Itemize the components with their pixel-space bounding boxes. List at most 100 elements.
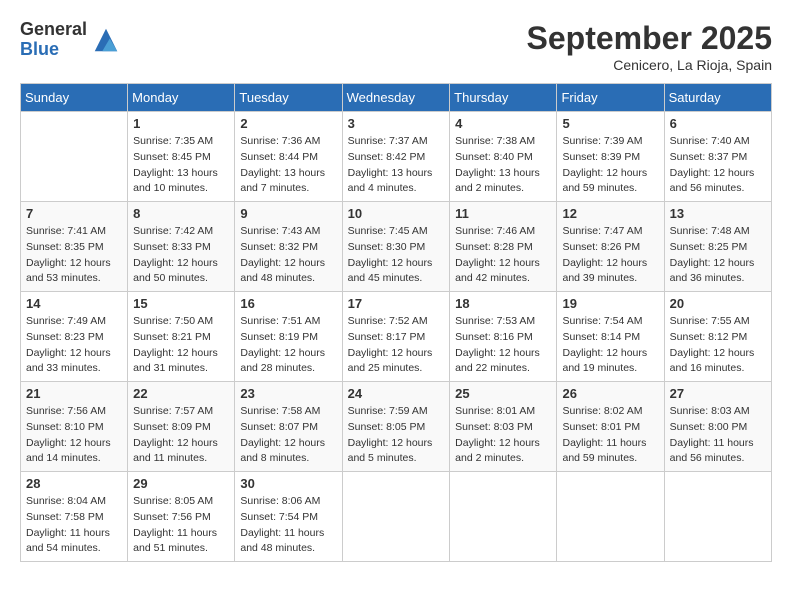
day-info: Sunrise: 7:49 AMSunset: 8:23 PMDaylight:… xyxy=(26,314,122,377)
calendar-cell: 8 Sunrise: 7:42 AMSunset: 8:33 PMDaylight… xyxy=(128,202,235,292)
calendar-cell: 11 Sunrise: 7:46 AMSunset: 8:28 PMDayligh… xyxy=(450,202,557,292)
calendar-cell xyxy=(450,472,557,562)
day-info: Sunrise: 7:36 AMSunset: 8:44 PMDaylight:… xyxy=(240,134,336,197)
day-info: Sunrise: 7:48 AMSunset: 8:25 PMDaylight:… xyxy=(670,224,766,287)
day-info: Sunrise: 7:46 AMSunset: 8:28 PMDaylight:… xyxy=(455,224,551,287)
calendar-week-row: 21Sunrise: 7:56 AMSunset: 8:10 PMDayligh… xyxy=(21,382,772,472)
day-number: 19 xyxy=(562,296,658,311)
calendar-cell: 14Sunrise: 7:49 AMSunset: 8:23 PMDayligh… xyxy=(21,292,128,382)
calendar-cell: 27Sunrise: 8:03 AMSunset: 8:00 PMDayligh… xyxy=(664,382,771,472)
day-number: 28 xyxy=(26,476,122,491)
day-info: Sunrise: 7:42 AMSunset: 8:33 PMDaylight:… xyxy=(133,224,229,287)
weekday-header: Tuesday xyxy=(235,84,342,112)
day-number: 2 xyxy=(240,116,336,131)
weekday-header: Friday xyxy=(557,84,664,112)
logo: General Blue xyxy=(20,20,121,60)
calendar-cell: 20 Sunrise: 7:55 AMSunset: 8:12 PMDayligh… xyxy=(664,292,771,382)
day-number: 18 xyxy=(455,296,551,311)
day-number: 9 xyxy=(240,206,336,221)
calendar-cell xyxy=(557,472,664,562)
day-info: Sunrise: 8:01 AMSunset: 8:03 PMDaylight:… xyxy=(455,404,551,467)
day-info: Sunrise: 7:35 AMSunset: 8:45 PMDaylight:… xyxy=(133,134,229,197)
weekday-header: Saturday xyxy=(664,84,771,112)
calendar-cell xyxy=(342,472,450,562)
calendar-cell: 23 Sunrise: 7:58 AMSunset: 8:07 PMDayligh… xyxy=(235,382,342,472)
day-info: Sunrise: 7:37 AMSunset: 8:42 PMDaylight:… xyxy=(348,134,445,197)
weekday-header: Thursday xyxy=(450,84,557,112)
day-info: Sunrise: 7:45 AMSunset: 8:30 PMDaylight:… xyxy=(348,224,445,287)
calendar-table: SundayMondayTuesdayWednesdayThursdayFrid… xyxy=(20,83,772,562)
calendar-week-row: 7 Sunrise: 7:41 AMSunset: 8:35 PMDaylight… xyxy=(21,202,772,292)
day-number: 12 xyxy=(562,206,658,221)
day-info: Sunrise: 7:55 AMSunset: 8:12 PMDaylight:… xyxy=(670,314,766,377)
day-number: 26 xyxy=(562,386,658,401)
day-number: 17 xyxy=(348,296,445,311)
calendar-week-row: 14Sunrise: 7:49 AMSunset: 8:23 PMDayligh… xyxy=(21,292,772,382)
day-number: 20 xyxy=(670,296,766,311)
calendar-cell: 12 Sunrise: 7:47 AMSunset: 8:26 PMDayligh… xyxy=(557,202,664,292)
day-number: 13 xyxy=(670,206,766,221)
day-number: 23 xyxy=(240,386,336,401)
day-info: Sunrise: 7:40 AMSunset: 8:37 PMDaylight:… xyxy=(670,134,766,197)
calendar-cell: 10 Sunrise: 7:45 AMSunset: 8:30 PMDayligh… xyxy=(342,202,450,292)
title-block: September 2025 Cenicero, La Rioja, Spain xyxy=(527,20,772,73)
calendar-cell: 4 Sunrise: 7:38 AMSunset: 8:40 PMDaylight… xyxy=(450,112,557,202)
day-number: 10 xyxy=(348,206,445,221)
day-info: Sunrise: 7:41 AMSunset: 8:35 PMDaylight:… xyxy=(26,224,122,287)
day-info: Sunrise: 7:53 AMSunset: 8:16 PMDaylight:… xyxy=(455,314,551,377)
day-number: 15 xyxy=(133,296,229,311)
day-info: Sunrise: 7:52 AMSunset: 8:17 PMDaylight:… xyxy=(348,314,445,377)
day-number: 7 xyxy=(26,206,122,221)
location-text: Cenicero, La Rioja, Spain xyxy=(527,57,772,73)
day-number: 16 xyxy=(240,296,336,311)
calendar-cell: 9Sunrise: 7:43 AMSunset: 8:32 PMDaylight… xyxy=(235,202,342,292)
calendar-cell: 29 Sunrise: 8:05 AMSunset: 7:56 PMDayligh… xyxy=(128,472,235,562)
day-number: 27 xyxy=(670,386,766,401)
calendar-cell: 21Sunrise: 7:56 AMSunset: 8:10 PMDayligh… xyxy=(21,382,128,472)
day-info: Sunrise: 7:56 AMSunset: 8:10 PMDaylight:… xyxy=(26,404,122,467)
day-number: 11 xyxy=(455,206,551,221)
day-number: 25 xyxy=(455,386,551,401)
logo-blue-text: Blue xyxy=(20,40,87,60)
day-info: Sunrise: 8:06 AMSunset: 7:54 PMDaylight:… xyxy=(240,494,336,557)
calendar-cell xyxy=(664,472,771,562)
day-number: 29 xyxy=(133,476,229,491)
logo-icon xyxy=(91,25,121,55)
day-info: Sunrise: 8:02 AMSunset: 8:01 PMDaylight:… xyxy=(562,404,658,467)
calendar-cell: 6 Sunrise: 7:40 AMSunset: 8:37 PMDaylight… xyxy=(664,112,771,202)
calendar-week-row: 28Sunrise: 8:04 AMSunset: 7:58 PMDayligh… xyxy=(21,472,772,562)
calendar-cell xyxy=(21,112,128,202)
day-number: 5 xyxy=(562,116,658,131)
day-info: Sunrise: 8:05 AMSunset: 7:56 PMDaylight:… xyxy=(133,494,229,557)
calendar-cell: 5Sunrise: 7:39 AMSunset: 8:39 PMDaylight… xyxy=(557,112,664,202)
calendar-cell: 19 Sunrise: 7:54 AMSunset: 8:14 PMDayligh… xyxy=(557,292,664,382)
weekday-header: Wednesday xyxy=(342,84,450,112)
day-info: Sunrise: 7:38 AMSunset: 8:40 PMDaylight:… xyxy=(455,134,551,197)
day-number: 8 xyxy=(133,206,229,221)
calendar-cell: 17 Sunrise: 7:52 AMSunset: 8:17 PMDayligh… xyxy=(342,292,450,382)
day-info: Sunrise: 7:51 AMSunset: 8:19 PMDaylight:… xyxy=(240,314,336,377)
day-info: Sunrise: 7:50 AMSunset: 8:21 PMDaylight:… xyxy=(133,314,229,377)
weekday-header: Monday xyxy=(128,84,235,112)
calendar-cell: 15 Sunrise: 7:50 AMSunset: 8:21 PMDayligh… xyxy=(128,292,235,382)
calendar-cell: 28Sunrise: 8:04 AMSunset: 7:58 PMDayligh… xyxy=(21,472,128,562)
logo-general-text: General xyxy=(20,20,87,40)
day-number: 3 xyxy=(348,116,445,131)
day-info: Sunrise: 7:58 AMSunset: 8:07 PMDaylight:… xyxy=(240,404,336,467)
calendar-cell: 30Sunrise: 8:06 AMSunset: 7:54 PMDayligh… xyxy=(235,472,342,562)
day-number: 24 xyxy=(348,386,445,401)
day-info: Sunrise: 7:47 AMSunset: 8:26 PMDaylight:… xyxy=(562,224,658,287)
day-number: 6 xyxy=(670,116,766,131)
weekday-header: Sunday xyxy=(21,84,128,112)
day-number: 4 xyxy=(455,116,551,131)
calendar-cell: 3 Sunrise: 7:37 AMSunset: 8:42 PMDaylight… xyxy=(342,112,450,202)
day-info: Sunrise: 7:54 AMSunset: 8:14 PMDaylight:… xyxy=(562,314,658,377)
calendar-cell: 25 Sunrise: 8:01 AMSunset: 8:03 PMDayligh… xyxy=(450,382,557,472)
calendar-cell: 16 Sunrise: 7:51 AMSunset: 8:19 PMDayligh… xyxy=(235,292,342,382)
calendar-cell: 24 Sunrise: 7:59 AMSunset: 8:05 PMDayligh… xyxy=(342,382,450,472)
calendar-cell: 26 Sunrise: 8:02 AMSunset: 8:01 PMDayligh… xyxy=(557,382,664,472)
calendar-cell: 2 Sunrise: 7:36 AMSunset: 8:44 PMDaylight… xyxy=(235,112,342,202)
day-number: 1 xyxy=(133,116,229,131)
day-info: Sunrise: 7:57 AMSunset: 8:09 PMDaylight:… xyxy=(133,404,229,467)
day-info: Sunrise: 7:59 AMSunset: 8:05 PMDaylight:… xyxy=(348,404,445,467)
